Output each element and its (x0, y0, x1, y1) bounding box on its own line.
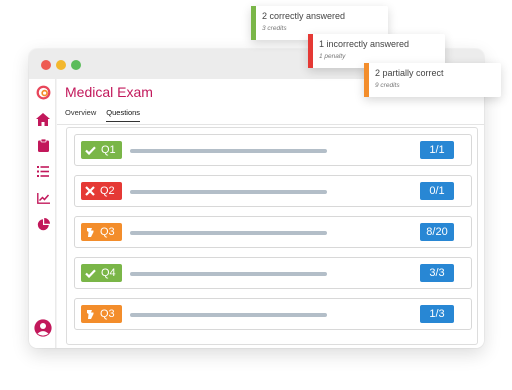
question-bar (130, 149, 327, 153)
tab-overview[interactable]: Overview (65, 108, 96, 122)
notification-subtitle: 3 credits (262, 25, 287, 32)
score-badge: 1/1 (420, 141, 454, 159)
questions-panel: Q1 1/1 Q2 0/1 Q3 8/20 Q4 3/3 Q3 1/3 (66, 127, 478, 345)
notification-partial: 2 partially correct 9 credits (364, 63, 501, 97)
score-badge: 1/3 (420, 305, 454, 323)
list-icon[interactable] (35, 163, 51, 179)
pie-chart-icon[interactable] (35, 216, 51, 232)
notification-accent (251, 6, 256, 40)
score-badge: 8/20 (420, 223, 454, 241)
line-chart-icon[interactable] (35, 190, 51, 206)
notification-accent (364, 63, 369, 97)
question-badge: Q1 (81, 141, 122, 159)
thumb-icon (87, 227, 94, 237)
check-icon (85, 145, 96, 155)
question-badge: Q3 (81, 305, 122, 323)
question-bar (130, 272, 327, 276)
tab-questions[interactable]: Questions (106, 108, 141, 122)
close-window-button[interactable] (41, 60, 51, 70)
score-badge: 3/3 (420, 264, 454, 282)
maximize-window-button[interactable] (71, 60, 81, 70)
notification-title: 2 correctly answered (262, 11, 346, 21)
question-row[interactable]: Q2 0/1 (74, 175, 472, 207)
thumb-icon (87, 309, 94, 319)
notification-title: 1 incorrectly answered (319, 39, 410, 49)
question-label: Q3 (100, 226, 115, 238)
tab-bar: Overview Questions (65, 108, 141, 122)
notification-accent (308, 34, 313, 68)
question-badge: Q4 (81, 264, 122, 282)
question-row[interactable]: Q4 3/3 (74, 257, 472, 289)
tab-divider (57, 124, 484, 125)
question-label: Q4 (101, 267, 116, 279)
question-bar (130, 313, 327, 317)
question-row[interactable]: Q1 1/1 (74, 134, 472, 166)
question-badge: Q2 (81, 182, 122, 200)
question-label: Q3 (100, 308, 115, 320)
question-bar (130, 231, 327, 235)
question-row[interactable]: Q3 8/20 (74, 216, 472, 248)
logo-icon[interactable] (35, 84, 51, 100)
user-avatar-icon[interactable] (34, 319, 52, 337)
question-label: Q1 (101, 144, 116, 156)
notification-subtitle: 9 credits (375, 82, 400, 89)
minimize-window-button[interactable] (56, 60, 66, 70)
question-row[interactable]: Q3 1/3 (74, 298, 472, 330)
notification-title: 2 partially correct (375, 68, 444, 78)
question-label: Q2 (100, 185, 115, 197)
check-icon (85, 268, 96, 278)
question-badge: Q3 (81, 223, 122, 241)
sidebar (29, 79, 56, 348)
home-icon[interactable] (35, 111, 51, 127)
question-bar (130, 190, 327, 194)
page-title: Medical Exam (65, 84, 153, 100)
cross-icon (85, 186, 95, 196)
main-content: Medical Exam Overview Questions Q1 1/1 Q… (57, 79, 484, 348)
clipboard-icon[interactable] (35, 137, 51, 153)
score-badge: 0/1 (420, 182, 454, 200)
notification-subtitle: 1 penalty (319, 53, 346, 60)
